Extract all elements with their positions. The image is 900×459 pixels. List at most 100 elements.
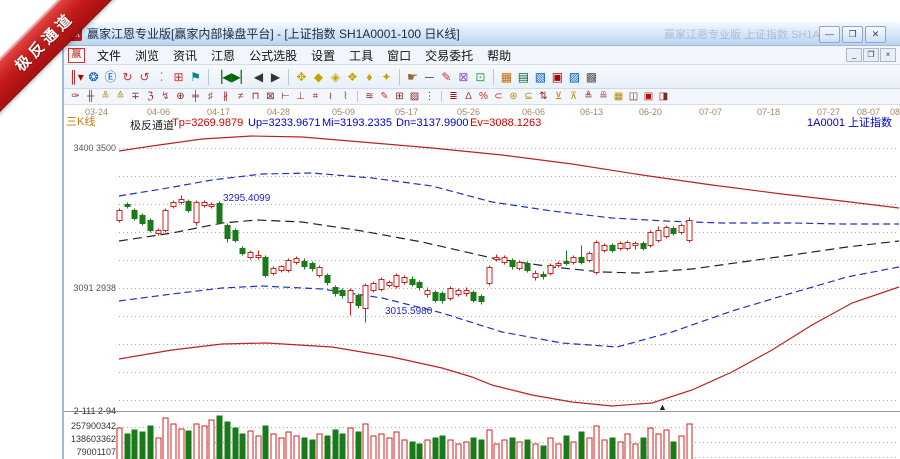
- arc-tool-icon[interactable]: ⊂: [491, 90, 506, 103]
- candle[interactable]: [132, 211, 137, 219]
- diamond-pan-icon[interactable]: ✥: [293, 68, 310, 86]
- candle[interactable]: [340, 291, 345, 296]
- volume-bar[interactable]: [571, 442, 576, 459]
- gann-tool-15-icon[interactable]: ⊢: [278, 90, 293, 103]
- volume-bar[interactable]: [194, 424, 199, 459]
- diamond-right-icon[interactable]: ◈: [327, 68, 344, 86]
- candle[interactable]: [448, 289, 453, 299]
- box-tool-3-icon[interactable]: ▣: [641, 90, 656, 103]
- volume-bar[interactable]: [363, 424, 368, 459]
- volume-bar[interactable]: [464, 442, 469, 459]
- candle[interactable]: [548, 266, 553, 274]
- candle[interactable]: [402, 278, 407, 283]
- candle[interactable]: [648, 233, 653, 246]
- volume-bar[interactable]: [186, 431, 191, 459]
- grid-red-icon[interactable]: ⊞: [170, 68, 187, 86]
- volume-bar[interactable]: [456, 444, 461, 459]
- candle[interactable]: [656, 231, 661, 241]
- candle[interactable]: [271, 269, 276, 274]
- diamond-cross-icon[interactable]: ✦: [378, 68, 395, 86]
- volume-bar[interactable]: [356, 432, 361, 459]
- pencil-icon[interactable]: ✎: [438, 68, 455, 86]
- volume-bar[interactable]: [656, 434, 661, 459]
- candle[interactable]: [217, 204, 222, 223]
- volume-bar[interactable]: [117, 428, 122, 459]
- volume-bar[interactable]: [679, 436, 684, 459]
- circle-tool-icon[interactable]: ⊛: [506, 90, 521, 103]
- gann-tool-5-icon[interactable]: ∓: [128, 90, 143, 103]
- volume-bar[interactable]: [494, 444, 499, 459]
- candle[interactable]: [541, 275, 546, 277]
- volume-bar[interactable]: [479, 440, 484, 459]
- updown-tool-icon[interactable]: ⇅: [536, 90, 551, 103]
- kline-period-icon[interactable]: ║▾: [68, 68, 85, 86]
- print-icon[interactable]: ▩: [583, 68, 600, 86]
- draw-tool-1-icon[interactable]: ≋: [362, 90, 377, 103]
- menu-item-6[interactable]: 设置: [304, 47, 342, 64]
- candle[interactable]: [571, 258, 576, 263]
- volume-bar[interactable]: [610, 438, 615, 459]
- draw-tool-2-icon[interactable]: ✎: [377, 90, 392, 103]
- candle[interactable]: [687, 221, 692, 241]
- refresh-icon[interactable]: ↻: [119, 68, 136, 86]
- volume-bar[interactable]: [240, 434, 245, 459]
- rollback-icon[interactable]: ↺: [136, 68, 153, 86]
- candle[interactable]: [294, 259, 299, 263]
- menu-item-2[interactable]: 浏览: [128, 47, 166, 64]
- export-icon[interactable]: ▨: [566, 68, 583, 86]
- candle[interactable]: [186, 202, 191, 211]
- gann-tool-8-icon[interactable]: ⊕: [173, 90, 188, 103]
- candle[interactable]: [240, 249, 245, 254]
- volume-bar[interactable]: [502, 440, 507, 459]
- volume-bar[interactable]: [256, 436, 261, 459]
- volume-bar[interactable]: [340, 434, 345, 459]
- level-tool-1-icon[interactable]: ≜: [581, 90, 596, 103]
- candle[interactable]: [456, 291, 461, 295]
- candle[interactable]: [525, 264, 530, 271]
- volume-bar[interactable]: [579, 432, 584, 459]
- volume-bar[interactable]: [402, 440, 407, 459]
- candle[interactable]: [479, 297, 484, 302]
- volume-bar[interactable]: [517, 442, 522, 459]
- gann-tool-18-icon[interactable]: ≀: [323, 90, 338, 103]
- volume-bar[interactable]: [587, 438, 592, 459]
- volume-bar[interactable]: [618, 442, 623, 459]
- grid-purple-icon[interactable]: ⊠: [455, 68, 472, 86]
- volume-bar[interactable]: [648, 428, 653, 459]
- candle[interactable]: [533, 274, 538, 278]
- candle[interactable]: [302, 262, 307, 267]
- candle[interactable]: [248, 253, 253, 258]
- candle[interactable]: [256, 256, 261, 258]
- notes-icon[interactable]: ▧: [532, 68, 549, 86]
- first-page-icon[interactable]: ▕◀: [213, 68, 231, 86]
- candle[interactable]: [417, 283, 422, 288]
- volume-bar[interactable]: [594, 426, 599, 459]
- menu-item-10[interactable]: 帮助: [480, 47, 518, 64]
- candle[interactable]: [163, 211, 168, 231]
- volume-series[interactable]: [117, 416, 692, 459]
- menu-item-3[interactable]: 资讯: [166, 47, 204, 64]
- hand-icon[interactable]: ☛: [404, 68, 421, 86]
- volume-bar[interactable]: [294, 436, 299, 459]
- volume-bar[interactable]: [279, 438, 284, 459]
- gann-tool-17-icon[interactable]: ⌗: [308, 90, 323, 103]
- candle[interactable]: [325, 276, 330, 283]
- gann-tool-11-icon[interactable]: ∦: [218, 90, 233, 103]
- candle[interactable]: [194, 203, 199, 223]
- gann-tool-13-icon[interactable]: ⊓: [248, 90, 263, 103]
- mdi-minimize-button[interactable]: _: [846, 48, 862, 62]
- network-icon[interactable]: ❂: [85, 68, 102, 86]
- mdi-restore-button[interactable]: ❐: [863, 48, 879, 62]
- candle[interactable]: [487, 268, 492, 284]
- volume-bar[interactable]: [448, 440, 453, 459]
- candle[interactable]: [387, 283, 392, 286]
- title-bar[interactable]: 赢 赢家江恩专业版[赢家内部操盘平台] - [上证指数 SH1A0001-100…: [64, 22, 900, 46]
- candle[interactable]: [610, 246, 615, 251]
- volume-bar[interactable]: [440, 436, 445, 459]
- diamond-split-icon[interactable]: ❖: [344, 68, 361, 86]
- volume-bar[interactable]: [263, 426, 268, 459]
- candle[interactable]: [556, 264, 561, 266]
- draw-tool-4-icon[interactable]: ▨: [407, 90, 422, 103]
- candle[interactable]: [233, 231, 238, 241]
- candle[interactable]: [494, 258, 499, 260]
